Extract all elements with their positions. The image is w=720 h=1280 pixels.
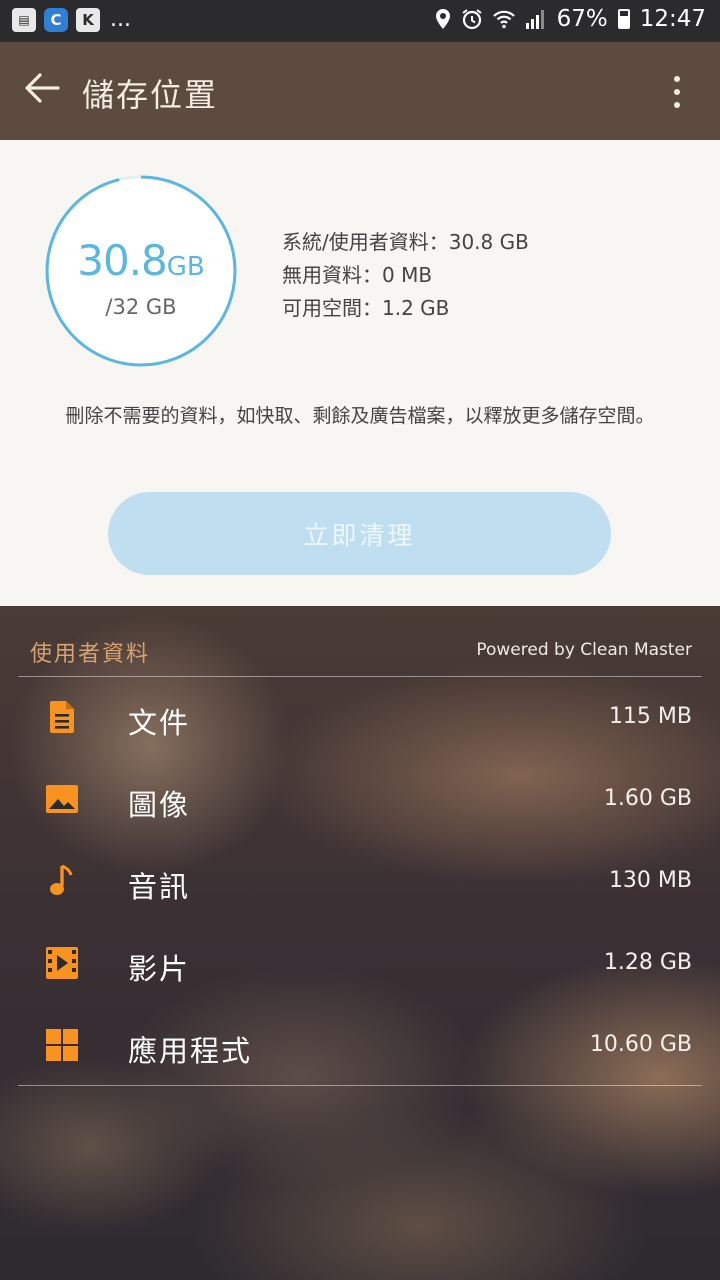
battery-percent: 67% xyxy=(556,6,608,32)
signal-icon xyxy=(525,10,544,29)
list-item-size: 10.60 GB xyxy=(589,1032,692,1057)
list-item-images[interactable]: 圖像 1.60 GB xyxy=(18,760,702,842)
more-dot xyxy=(674,89,680,95)
total-storage: /32 GB xyxy=(105,295,177,319)
list-item-label: 影片 xyxy=(128,952,191,986)
page-title: 儲存位置 xyxy=(82,76,219,114)
more-dot xyxy=(674,76,680,82)
stat-system-user-data: 系統/使用者資料：30.8 GB xyxy=(282,230,529,254)
battery-icon xyxy=(617,9,630,29)
location-icon xyxy=(435,9,450,29)
list-item-audio[interactable]: 音訊 130 MB xyxy=(18,842,702,924)
section-divider xyxy=(18,1085,702,1086)
kkbox-notification-icon: K xyxy=(76,8,100,32)
list-item-videos[interactable]: 影片 1.28 GB xyxy=(18,924,702,1006)
user-data-heading: 使用者資料 xyxy=(30,642,151,667)
stat-available-space: 可用空間：1.2 GB xyxy=(282,296,450,320)
clean-description: 刪除不需要的資料，如快取、剩餘及廣告檔案，以釋放更多儲存空間。 xyxy=(65,405,655,427)
list-item-label: 文件 xyxy=(128,706,191,740)
used-storage-unit: GB xyxy=(166,252,205,282)
list-item-size: 1.28 GB xyxy=(603,950,692,975)
section-divider xyxy=(18,676,702,677)
more-options-icon[interactable] xyxy=(672,76,682,108)
app-bar: 儲存位置 xyxy=(0,42,720,140)
wifi-icon xyxy=(492,10,515,29)
list-item-documents[interactable]: 文件 115 MB xyxy=(18,678,702,760)
storage-stats: 系統/使用者資料：30.8 GB 無用資料：0 MB 可用空間：1.2 GB xyxy=(282,226,529,325)
list-item-size: 1.60 GB xyxy=(603,786,692,811)
more-notifications-indicator: ... xyxy=(110,7,131,32)
used-storage-value: 30.8 xyxy=(77,236,168,285)
video-icon xyxy=(46,947,78,979)
document-icon xyxy=(50,701,74,733)
notification-icons: ▤ C K ... xyxy=(12,8,131,32)
back-arrow-icon[interactable] xyxy=(22,68,62,108)
list-item-size: 115 MB xyxy=(608,704,692,729)
status-bar: ▤ C K ... 67% 12:47 xyxy=(0,0,720,42)
more-dot xyxy=(674,102,680,108)
storage-summary-panel: 30.8GB /32 GB 系統/使用者資料：30.8 GB 無用資料：0 MB… xyxy=(0,140,720,606)
image-icon xyxy=(46,785,78,813)
used-storage: 30.8GB xyxy=(44,236,238,285)
alarm-icon xyxy=(461,9,482,30)
clean-master-notification-icon: C xyxy=(44,8,68,32)
list-item-label: 音訊 xyxy=(128,870,191,904)
music-note-icon xyxy=(50,864,73,895)
battery-fill xyxy=(619,16,628,27)
list-item-label: 應用程式 xyxy=(128,1034,253,1068)
stat-junk-data: 無用資料：0 MB xyxy=(282,263,433,287)
powered-by-label: Powered by Clean Master xyxy=(476,640,692,660)
apps-grid-icon xyxy=(46,1029,78,1061)
list-item-label: 圖像 xyxy=(128,788,191,822)
list-item-apps[interactable]: 應用程式 10.60 GB xyxy=(18,1006,702,1088)
news-notification-icon: ▤ xyxy=(12,8,36,32)
list-item-size: 130 MB xyxy=(608,868,692,893)
clock: 12:47 xyxy=(639,6,706,32)
clean-now-button[interactable]: 立即清理 xyxy=(108,492,611,575)
system-icons: 67% 12:47 xyxy=(435,6,706,32)
